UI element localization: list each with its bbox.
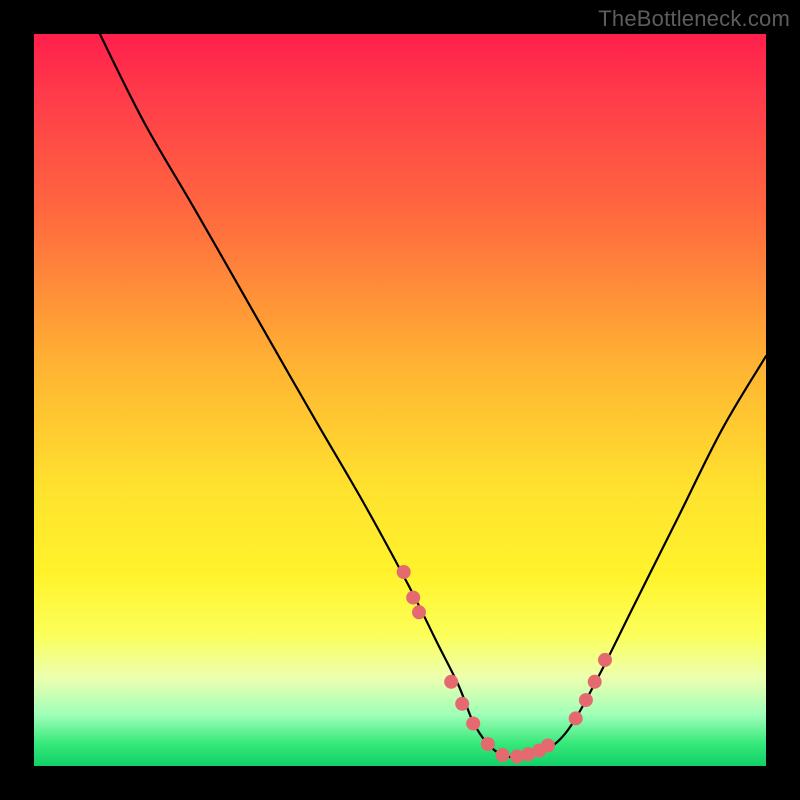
highlight-dot: [496, 748, 510, 762]
highlight-dot: [588, 675, 602, 689]
highlight-dot: [598, 653, 612, 667]
chart-frame: TheBottleneck.com: [0, 0, 800, 800]
watermark-text: TheBottleneck.com: [598, 6, 790, 32]
highlight-dots-group: [397, 565, 612, 764]
highlight-dot: [569, 711, 583, 725]
highlight-dot: [406, 591, 420, 605]
highlight-dot: [455, 697, 469, 711]
highlight-dot: [541, 739, 555, 753]
highlight-dot: [579, 693, 593, 707]
curve-svg: [34, 34, 766, 766]
highlight-dot: [397, 565, 411, 579]
highlight-dot: [466, 717, 480, 731]
bottleneck-curve: [100, 34, 766, 757]
plot-area: [34, 34, 766, 766]
highlight-dot: [481, 737, 495, 751]
highlight-dot: [412, 605, 426, 619]
highlight-dot: [444, 675, 458, 689]
